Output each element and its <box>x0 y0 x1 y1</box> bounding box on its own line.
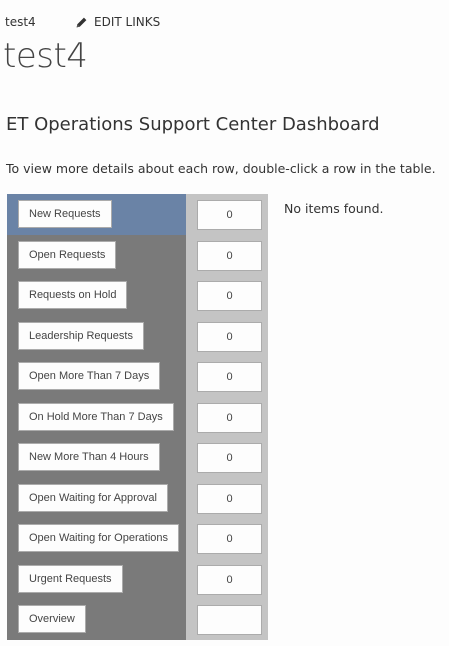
table-row[interactable]: Overview <box>7 599 268 640</box>
row-count: 0 <box>197 200 262 230</box>
row-label-button[interactable]: Open More Than 7 Days <box>18 362 161 390</box>
row-count: 0 <box>197 443 262 473</box>
row-label-button[interactable]: New Requests <box>18 200 112 228</box>
table-row[interactable]: New More Than 4 Hours 0 <box>7 437 268 478</box>
edit-links-button[interactable]: EDIT LINKS <box>75 15 160 29</box>
row-count: 0 <box>197 402 262 433</box>
row-count: 0 <box>197 240 262 271</box>
row-count <box>197 605 262 635</box>
instructions-text: To view more details about each row, dou… <box>6 161 436 176</box>
table-row[interactable]: On Hold More Than 7 Days 0 <box>7 397 268 438</box>
table-row[interactable]: New Requests 0 <box>7 194 268 235</box>
row-label-button[interactable]: Overview <box>18 605 86 633</box>
table-row[interactable]: Open More Than 7 Days 0 <box>7 356 268 397</box>
row-label-button[interactable]: Leadership Requests <box>18 321 144 350</box>
dashboard-title: ET Operations Support Center Dashboard <box>6 114 380 135</box>
row-count: 0 <box>197 362 262 392</box>
dashboard-table: New Requests 0 Open Requests 0 Requests on H… <box>7 194 268 640</box>
no-items-message: No items found. <box>284 201 384 216</box>
table-row[interactable]: Open Requests 0 <box>7 235 268 276</box>
table-row[interactable]: Leadership Requests 0 <box>7 316 268 357</box>
row-count: 0 <box>197 321 262 352</box>
pencil-icon <box>76 17 87 27</box>
edit-links-label: EDIT LINKS <box>94 15 161 29</box>
row-label-button[interactable]: New More Than 4 Hours <box>18 443 160 471</box>
table-row[interactable]: Requests on Hold 0 <box>7 275 268 316</box>
table-row[interactable]: Open Waiting for Approval 0 <box>7 478 268 519</box>
row-count: 0 <box>197 281 262 311</box>
row-label-button[interactable]: Urgent Requests <box>18 564 123 593</box>
row-label-button[interactable]: Requests on Hold <box>18 281 128 309</box>
row-label-button[interactable]: Open Waiting for Operations <box>18 524 179 552</box>
row-label-button[interactable]: Open Waiting for Approval <box>18 483 168 512</box>
row-label-button[interactable]: On Hold More Than 7 Days <box>18 402 174 431</box>
table-row[interactable]: Open Waiting for Operations 0 <box>7 518 268 559</box>
site-link[interactable]: test4 <box>5 15 36 29</box>
page-title: test4 <box>3 36 88 76</box>
row-count: 0 <box>197 524 262 554</box>
row-count: 0 <box>197 483 262 514</box>
row-count: 0 <box>197 564 262 595</box>
table-row[interactable]: Urgent Requests 0 <box>7 559 268 600</box>
row-label-button[interactable]: Open Requests <box>18 240 117 269</box>
